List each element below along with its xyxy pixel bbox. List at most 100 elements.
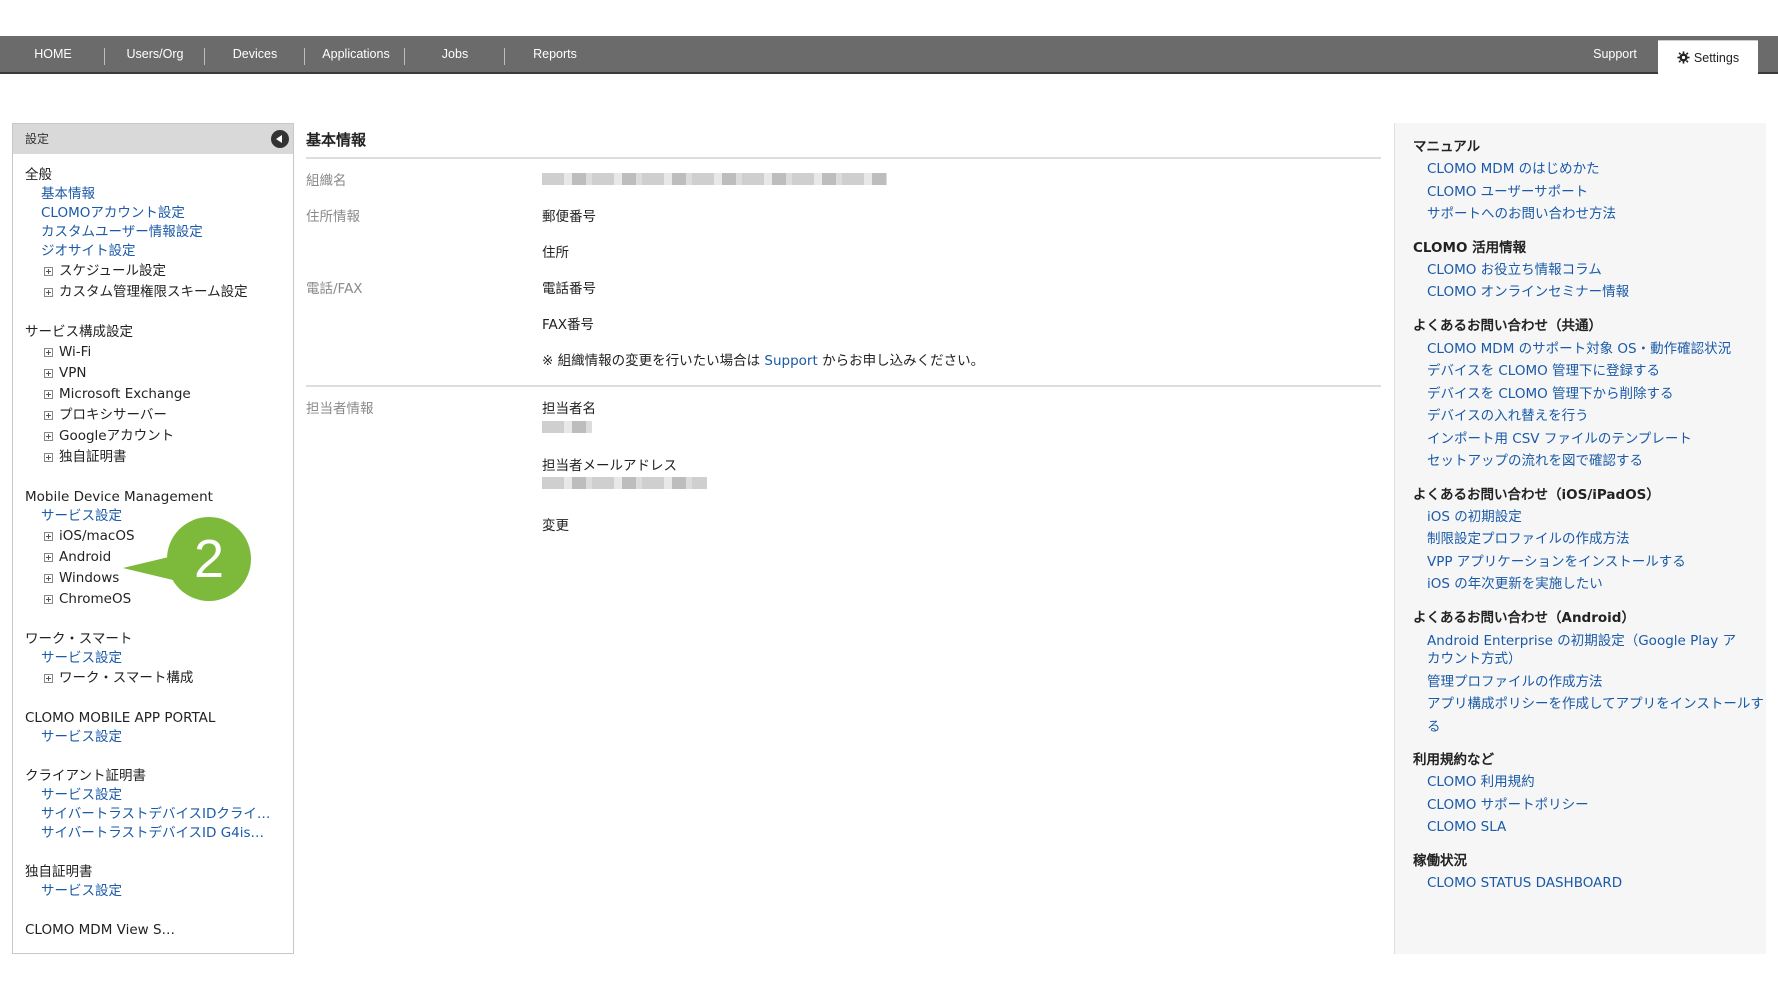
sidebar-expandable-item[interactable]: ワーク・スマート構成 — [25, 668, 293, 689]
sidebar-group: 全般基本情報 CLOMOアカウント設定 カスタムユーザー情報設定 ジオサイト設定 スケジ… — [25, 166, 293, 303]
contact-name-label: 担当者名 — [542, 401, 596, 417]
sidebar-expandable-label: ChromeOS — [59, 591, 132, 607]
phone-number-label: 電話番号 — [542, 281, 596, 297]
help-link[interactable]: CLOMO ユーザーサポート — [1413, 181, 1766, 204]
nav-settings-tab[interactable]: Settings — [1658, 40, 1758, 75]
contact-row: 担当者情報 担当者名 担当者メールアドレス 変更 — [306, 387, 1381, 537]
sidebar-link[interactable]: サービス設定 — [25, 649, 281, 668]
sidebar-expandable-label: 独自証明書 — [59, 449, 127, 465]
sidebar-link[interactable]: サイバートラストデバイスID G4is… — [25, 824, 281, 843]
change-link[interactable]: 変更 — [542, 514, 569, 534]
help-link[interactable]: CLOMO 利用規約 — [1413, 771, 1766, 794]
sidebar-link[interactable]: サービス設定 — [25, 882, 281, 901]
help-link[interactable]: iOS の初期設定 — [1413, 506, 1766, 529]
expand-plus-icon[interactable] — [44, 411, 53, 420]
support-link[interactable]: Support — [764, 353, 817, 369]
sidebar-group: 独自証明書サービス設定 — [25, 863, 293, 901]
help-link[interactable]: デバイスの入れ替えを行う — [1413, 405, 1766, 428]
nav-home[interactable]: HOME — [18, 36, 88, 72]
sidebar-expandable-item[interactable]: iOS/macOS — [25, 526, 293, 547]
help-link[interactable]: CLOMO MDM のはじめかた — [1413, 158, 1766, 181]
help-link[interactable]: 管理プロファイルの作成方法 — [1413, 671, 1766, 694]
help-link[interactable]: iOS の年次更新を実施したい — [1413, 573, 1766, 596]
sidebar-header: 設定 — [13, 124, 293, 154]
expand-plus-icon[interactable] — [44, 553, 53, 562]
expand-plus-icon[interactable] — [44, 432, 53, 441]
expand-plus-icon[interactable] — [44, 595, 53, 604]
sidebar-link[interactable]: 基本情報 — [25, 185, 281, 204]
nav-divider — [504, 48, 505, 65]
nav-applications[interactable]: Applications — [310, 36, 402, 72]
expand-plus-icon[interactable] — [44, 348, 53, 357]
expand-plus-icon[interactable] — [44, 674, 53, 683]
help-link[interactable]: VPP アプリケーションをインストールする — [1413, 551, 1766, 574]
help-section-heading: マニュアル — [1413, 139, 1481, 155]
sidebar-expandable-item[interactable]: Googleアカウント — [25, 426, 293, 447]
change-request-note: ※ 組織情報の変更を行いたい場合は Support からお申し込みください。 — [542, 349, 984, 369]
help-link[interactable]: デバイスを CLOMO 管理下から削除する — [1413, 383, 1766, 406]
expand-plus-icon[interactable] — [44, 453, 53, 462]
sidebar-link[interactable]: カスタムユーザー情報設定 — [25, 223, 281, 242]
help-link[interactable]: CLOMO STATUS DASHBOARD — [1413, 872, 1766, 895]
sidebar-expandable-label: Microsoft Exchange — [59, 386, 191, 402]
expand-plus-icon[interactable] — [44, 288, 53, 297]
help-link[interactable]: セットアップの流れを図で確認する — [1413, 450, 1766, 473]
help-link[interactable]: 制限設定プロファイルの作成方法 — [1413, 528, 1766, 551]
sidebar-expandable-label: iOS/macOS — [59, 528, 135, 544]
phone-row: 電話/FAX 電話番号 — [306, 267, 1381, 303]
sidebar-expandable-item[interactable]: プロキシサーバー — [25, 405, 293, 426]
help-link[interactable]: CLOMO MDM のサポート対象 OS・動作確認状況 — [1413, 337, 1747, 361]
help-section-heading: よくあるお問い合わせ（共通） — [1413, 317, 1602, 334]
step-number-badge: 2 — [167, 517, 251, 601]
contact-email-value-redacted — [542, 477, 707, 489]
expand-plus-icon[interactable] — [44, 369, 53, 378]
expand-plus-icon[interactable] — [44, 390, 53, 399]
help-link[interactable]: サポートへのお問い合わせ方法 — [1413, 203, 1766, 226]
sidebar-expandable-item[interactable]: VPN — [25, 363, 293, 384]
collapse-sidebar-icon[interactable] — [271, 130, 289, 148]
sidebar-group: CLOMO MDM View S… — [25, 921, 293, 940]
sidebar-expandable-item[interactable]: カスタム管理権限スキーム設定 — [25, 282, 293, 303]
sidebar-expandable-item[interactable]: ChromeOS — [25, 589, 293, 610]
address-section-label: 住所情報 — [306, 209, 360, 225]
help-link[interactable]: Android Enterprise の初期設定（Google Play アカウ… — [1413, 629, 1747, 671]
fax-row: FAX番号 — [306, 303, 1381, 339]
contact-email-label: 担当者メールアドレス — [542, 458, 677, 474]
settings-sidebar: 設定 全般基本情報 CLOMOアカウント設定 カスタムユーザー情報設定 ジオサイト設定… — [12, 123, 294, 954]
sidebar-expandable-item[interactable]: スケジュール設定 — [25, 261, 293, 282]
sidebar-link[interactable]: ジオサイト設定 — [25, 242, 281, 261]
sidebar-group: CLOMO MOBILE APP PORTAL サービス設定 — [25, 709, 293, 747]
help-section-heading: よくあるお問い合わせ（iOS/iPadOS） — [1413, 486, 1660, 503]
help-link[interactable]: インポート用 CSV ファイルのテンプレート — [1413, 428, 1766, 451]
org-name-row: 組織名 住所情報 郵便番号 — [306, 159, 1381, 231]
help-link[interactable]: アプリ構成ポリシーを作成してアプリをインストールする — [1413, 693, 1766, 738]
sidebar-link[interactable]: CLOMOアカウント設定 — [25, 204, 281, 223]
help-link[interactable]: デバイスを CLOMO 管理下に登録する — [1413, 360, 1766, 383]
nav-jobs[interactable]: Jobs — [410, 36, 500, 72]
sidebar-group-title: 全般 — [25, 167, 52, 183]
nav-devices[interactable]: Devices — [210, 36, 300, 72]
contact-section-label: 担当者情報 — [306, 401, 374, 417]
help-link[interactable]: CLOMO お役立ち情報コラム — [1413, 259, 1766, 282]
nav-reports[interactable]: Reports — [510, 36, 600, 72]
sidebar-expandable-label: Android — [59, 549, 112, 565]
sidebar-expandable-item[interactable]: Wi-Fi — [25, 342, 293, 363]
sidebar-group-title: 独自証明書 — [25, 864, 93, 880]
expand-plus-icon[interactable] — [44, 574, 53, 583]
address-label: 住所 — [542, 245, 569, 261]
help-link[interactable]: CLOMO サポートポリシー — [1413, 794, 1766, 817]
expand-plus-icon[interactable] — [44, 267, 53, 276]
sidebar-link[interactable]: サイバートラストデバイスIDクライ… — [25, 805, 281, 824]
sidebar-expandable-item[interactable]: Microsoft Exchange — [25, 384, 293, 405]
help-link[interactable]: CLOMO SLA — [1413, 816, 1766, 839]
nav-support[interactable]: Support — [1575, 36, 1655, 72]
sidebar-link[interactable]: サービス設定 — [25, 728, 281, 747]
help-section-heading: 利用規約など — [1413, 752, 1494, 768]
sidebar-link[interactable]: サービス設定 — [25, 507, 281, 526]
nav-divider — [304, 48, 305, 65]
help-link[interactable]: CLOMO オンラインセミナー情報 — [1413, 281, 1766, 304]
sidebar-expandable-item[interactable]: 独自証明書 — [25, 447, 293, 468]
expand-plus-icon[interactable] — [44, 532, 53, 541]
nav-users-org[interactable]: Users/Org — [110, 36, 200, 72]
sidebar-link[interactable]: サービス設定 — [25, 786, 281, 805]
